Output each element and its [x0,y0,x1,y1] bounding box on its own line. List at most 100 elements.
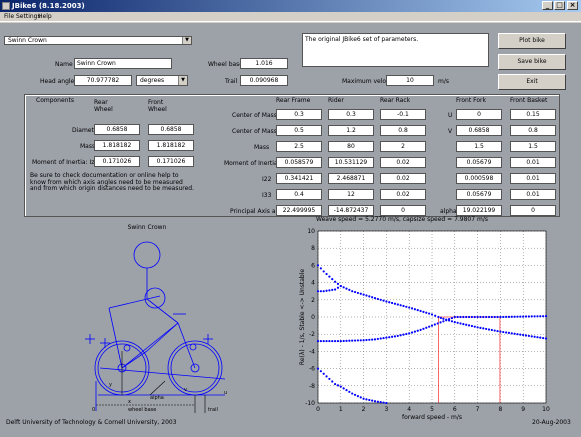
data-point [487,315,491,319]
front-fork-field-2[interactable]: 1.5 [456,141,502,152]
data-point [356,339,359,342]
data-point [382,401,385,404]
front-wheel-mass[interactable]: 1.818182 [148,140,194,151]
maximize-button[interactable]: □ [554,1,565,10]
front-fork-field-4[interactable]: 0.000598 [456,173,502,184]
data-point [399,334,402,337]
rear-wheel-header: Rear Wheel [94,99,113,113]
front-basket-field-4[interactable]: 0.01 [510,173,556,184]
app-icon [2,2,10,10]
front-fork-field-5[interactable]: 0.05679 [456,189,502,200]
rear-wheel-mass[interactable]: 1.818182 [94,140,140,151]
trail-field[interactable]: 0.090968 [240,75,288,86]
data-point [410,331,414,334]
data-point [342,286,345,289]
rear-rack-field-5[interactable]: 0.02 [380,189,426,200]
minimize-button[interactable]: _ [542,1,553,10]
data-point [339,385,342,388]
data-point [413,330,416,333]
rear-frame-field-1[interactable]: 0.5 [276,125,322,136]
front-basket-field-5[interactable]: 0.01 [510,189,556,200]
x-tick-label: 3 [384,406,388,413]
front-basket-field-0[interactable]: 0.15 [510,109,556,120]
front-basket-field-1[interactable]: 0.8 [510,125,556,136]
y-tick-label: 0 [311,314,315,321]
data-point [319,290,322,293]
preset-dropdown[interactable]: Swinn Crown ▼ [4,36,192,45]
exit-button[interactable]: Exit [498,74,566,90]
menu-file[interactable]: File [4,13,14,20]
data-point [482,315,485,319]
x-tick-label: 4 [407,406,411,413]
rear-rack-field-6[interactable]: 0 [380,205,426,216]
wheel-base-field[interactable]: 1.016 [240,58,288,69]
rider-field-5[interactable]: 12 [328,189,374,200]
max-velocity-field[interactable]: 10 [386,75,434,86]
rear-frame-field-2[interactable]: 2.5 [276,141,322,152]
front-fork-field-3[interactable]: 0.05679 [456,157,502,168]
rear-wheel-diameter[interactable]: 0.6858 [94,124,140,135]
front-fork-field-0[interactable]: 0 [456,109,502,120]
data-point [316,367,320,370]
data-point [527,315,530,318]
menu-settings[interactable]: Settings [16,13,41,20]
data-point [334,382,337,386]
name-field[interactable]: Swinn Crown [74,58,172,69]
preset-value: Swinn Crown [8,37,47,44]
data-point [325,339,328,343]
front-basket-field-3[interactable]: 0.01 [510,157,556,168]
data-point [379,401,382,404]
angle-unit-dropdown[interactable]: degrees ▼ [136,75,188,86]
data-point [376,337,379,341]
data-point [428,312,431,315]
front-basket-field-6[interactable]: 0 [510,205,556,216]
save-bike-button[interactable]: Save bike [498,54,566,70]
data-point [437,315,440,319]
u-label: U [448,112,453,119]
rear-wheel-izz[interactable]: 0.171026 [94,156,140,167]
front-basket-field-2[interactable]: 1.5 [510,141,556,152]
i33-label: I33 [262,192,272,199]
rider-field-1[interactable]: 1.2 [328,125,374,136]
front-wheel-header: Front Wheel [148,99,167,113]
data-point [442,317,445,320]
chart-title: Weave speed = 5.2770 m/s, capsize speed … [316,216,488,223]
rear-rack-field-1[interactable]: 0.8 [380,125,426,136]
front-wheel-izz[interactable]: 0.171026 [148,156,194,167]
data-point [530,315,533,318]
rear-rack-field-3[interactable]: 0.02 [380,157,426,168]
rear-rack-field-0[interactable]: -0.1 [380,109,426,120]
description-box[interactable]: The original JBike6 set of parameters. [302,33,489,67]
data-point [430,324,434,327]
front-fork-field-1[interactable]: 0.6858 [456,125,502,136]
data-point [402,304,405,308]
data-point [334,339,337,343]
close-button[interactable]: × [567,1,578,10]
front-fork-field-6[interactable]: 19.022199 [456,205,502,216]
front-wheel-diameter[interactable]: 0.6858 [148,124,194,135]
rear-frame-field-0[interactable]: 0.3 [276,109,322,120]
rider-field-4[interactable]: 2.468871 [328,173,374,184]
data-point [322,372,325,375]
data-point [439,321,442,324]
rear-frame-field-3[interactable]: 0.058579 [276,157,322,168]
data-point [507,331,511,335]
mass2-label: Mass [254,144,270,151]
data-point [502,315,505,319]
rear-frame-field-6[interactable]: 22.499995 [276,205,322,216]
data-point [485,315,488,319]
rear-frame-field-5[interactable]: 0.4 [276,189,322,200]
data-point [476,326,479,329]
menu-help[interactable]: Help [38,13,52,20]
head-angle-field[interactable]: 70.977782 [74,75,132,86]
rider-field-3[interactable]: 10.531129 [328,157,374,168]
rear-rack-field-2[interactable]: 2 [380,141,426,152]
rider-field-2[interactable]: 80 [328,141,374,152]
data-point [462,315,465,319]
data-point [496,315,499,319]
rear-rack-field-4[interactable]: 0.02 [380,173,426,184]
rider-field-6[interactable]: -14.872437 [328,205,374,216]
rear-frame-field-4[interactable]: 0.341421 [276,173,322,184]
plot-bike-button[interactable]: Plot bike [498,33,566,49]
rider-field-0[interactable]: 0.3 [328,109,374,120]
